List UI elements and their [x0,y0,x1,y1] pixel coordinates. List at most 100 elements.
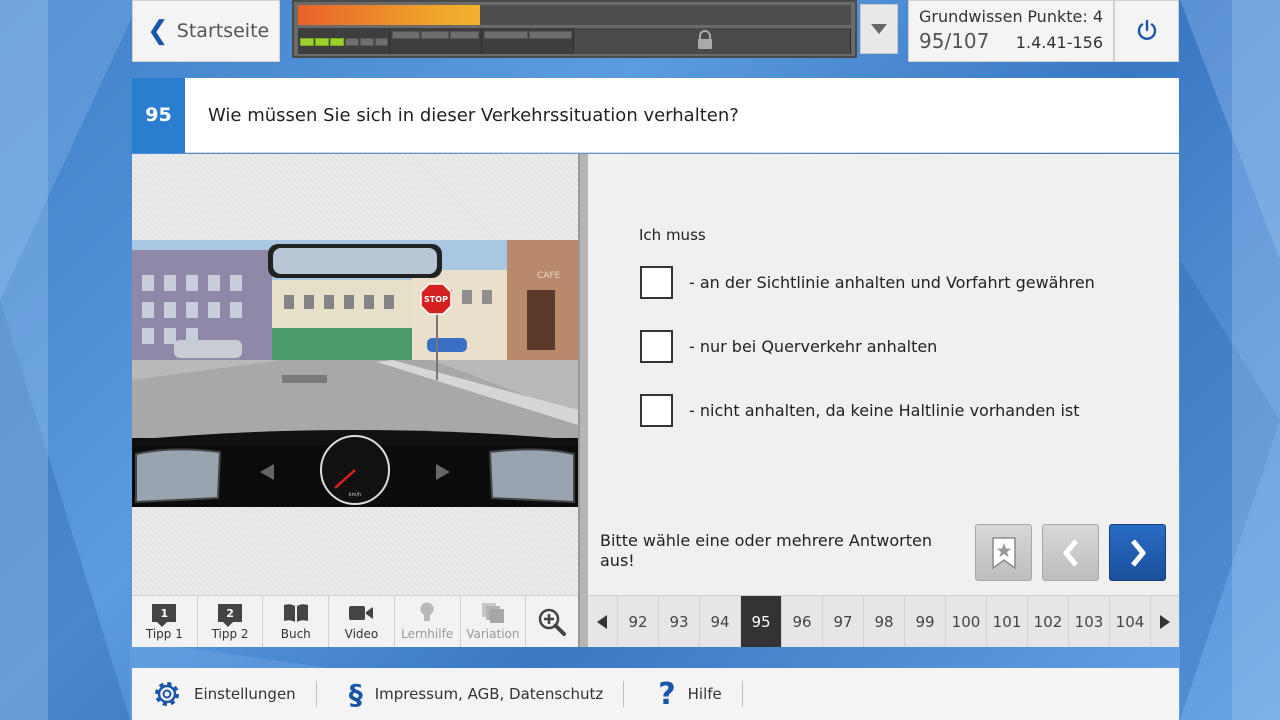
home-button[interactable]: ❮ Startseite [132,0,280,62]
footer-bar: Einstellungen § Impressum, AGB, Datensch… [132,668,1179,720]
answer-text-2: - nur bei Querverkehr anhalten [689,337,938,356]
progress-fill [298,5,480,25]
pager-next-button[interactable] [1149,596,1179,647]
learning-aid-label: Lernhilfe [401,627,454,641]
question-number-badge: 95 [132,77,185,153]
answer-panel: Ich muss - an der Sichtlinie anhalten un… [588,154,1179,647]
pager-page-96[interactable]: 96 [780,596,822,647]
answer-option-3[interactable]: - nicht anhalten, da keine Haltlinie vor… [640,394,1080,427]
chevron-left-icon [1063,538,1078,567]
power-button[interactable] [1114,0,1179,62]
segment-1[interactable] [298,28,390,54]
pager-prev-button[interactable] [588,596,617,647]
answer-intro: Ich muss [639,226,706,244]
variation-button[interactable]: Variation [461,596,527,647]
traffic-scene-image[interactable]: CAFE STOP km/h [132,240,578,507]
gear-icon [155,682,179,706]
answer-option-2[interactable]: - nur bei Querverkehr anhalten [640,330,937,363]
version-label: 1.4.41-156 [1015,33,1103,52]
tip-1-button[interactable]: 1 Tipp 1 [132,596,198,647]
legal-link[interactable]: § Impressum, AGB, Datenschutz [317,677,624,711]
chevron-right-icon [1130,538,1145,567]
question-header: 95 Wie müssen Sie sich in dieser Verkehr… [132,77,1179,153]
video-label: Video [344,627,379,641]
footer-separator [741,681,743,707]
section-sign-icon: § [348,677,363,711]
answer-option-1[interactable]: - an der Sichtlinie anhalten und Vorfahr… [640,266,1095,299]
pager-page-104[interactable]: 104 [1108,596,1150,647]
triangle-right-icon [1159,614,1170,629]
tip-2-label: Tipp 2 [211,627,249,641]
home-label: Startseite [176,20,270,42]
pager-page-102[interactable]: 102 [1026,596,1068,647]
media-panel: CAFE STOP km/h 1 Tipp 1 2 Tipp 2 Buch Vi… [132,154,578,647]
category-label: Grundwissen [919,7,1023,26]
lightbulb-icon [420,602,434,621]
settings-link[interactable]: Einstellungen [132,679,316,709]
learning-aid-button[interactable]: Lernhilfe [395,596,461,647]
question-counter: 95/107 [919,29,990,53]
cafe-sign: CAFE [537,271,561,281]
lock-icon [698,30,712,49]
progress-dropdown-button[interactable] [860,4,898,54]
stacked-cards-icon [481,603,504,623]
pager-page-103[interactable]: 103 [1067,596,1109,647]
help-label: Hilfe [687,685,722,703]
chevron-left-icon: ❮ [147,16,169,46]
panel-divider [578,154,588,647]
question-text: Wie müssen Sie sich in dieser Verkehrssi… [208,104,739,126]
settings-label: Einstellungen [194,685,296,703]
triangle-down-icon [871,24,887,34]
pager-page-92[interactable]: 92 [616,596,658,647]
answer-checkbox-2[interactable] [640,330,673,363]
video-button[interactable]: Video [329,596,395,647]
answer-checkbox-3[interactable] [640,394,673,427]
bookmark-button[interactable] [975,524,1032,581]
previous-question-button[interactable] [1042,524,1099,581]
help-link[interactable]: ? Hilfe [624,676,742,712]
points-label: Punkte: 4 [1027,7,1103,26]
right-edge-strip [1232,0,1280,720]
next-question-button[interactable] [1109,524,1166,581]
power-icon [1137,19,1156,40]
pager-page-100[interactable]: 100 [944,596,986,647]
book-button[interactable]: Buch [263,596,330,647]
progress-panel [292,0,857,58]
segment-3[interactable] [482,28,574,54]
tip-1-icon: 1 [152,604,177,627]
variation-label: Variation [466,627,520,641]
tip-2-button[interactable]: 2 Tipp 2 [198,596,264,647]
zoom-button[interactable] [526,596,578,647]
category-segments [298,28,851,54]
pager-page-94[interactable]: 94 [698,596,740,647]
legal-label: Impressum, AGB, Datenschutz [374,685,604,703]
pager-page-98[interactable]: 98 [862,596,904,647]
video-camera-icon [349,606,374,620]
pager-page-101[interactable]: 101 [985,596,1027,647]
top-bar: ❮ Startseite Grundwissen Punkte: 4 95/10… [132,0,1179,62]
tool-bar: 1 Tipp 1 2 Tipp 2 Buch Video Lernhilfe V… [132,595,578,647]
answer-text-3: - nicht anhalten, da keine Haltlinie vor… [689,401,1080,420]
pager-page-99[interactable]: 99 [903,596,945,647]
tip-1-label: Tipp 1 [145,627,183,641]
triangle-left-icon [597,614,608,629]
book-icon [283,604,308,622]
left-edge-strip [0,0,48,720]
pager-page-97[interactable]: 97 [821,596,863,647]
segment-2[interactable] [390,28,482,54]
book-label: Buch [280,627,311,641]
pager-page-95[interactable]: 95 [739,596,781,647]
answer-hint: Bitte wähle eine oder mehrere Antworten … [600,531,932,570]
answer-text-1: - an der Sichtlinie anhalten und Vorfahr… [689,273,1095,292]
question-mark-icon: ? [658,676,676,712]
stop-sign: STOP [424,295,448,304]
bookmark-star-icon [991,536,1016,569]
pager-page-93[interactable]: 93 [657,596,699,647]
speedometer-unit: km/h [349,492,362,498]
zoom-in-icon [538,608,567,636]
status-info: Grundwissen Punkte: 4 95/107 1.4.41-156 [908,0,1114,62]
tip-2-icon: 2 [218,604,243,627]
question-pager: 92 93 94 95 96 97 98 99 100 101 102 103 104 [588,595,1179,647]
pager-items: 92 93 94 95 96 97 98 99 100 101 102 103 104 [616,596,1150,647]
answer-checkbox-1[interactable] [640,266,673,299]
